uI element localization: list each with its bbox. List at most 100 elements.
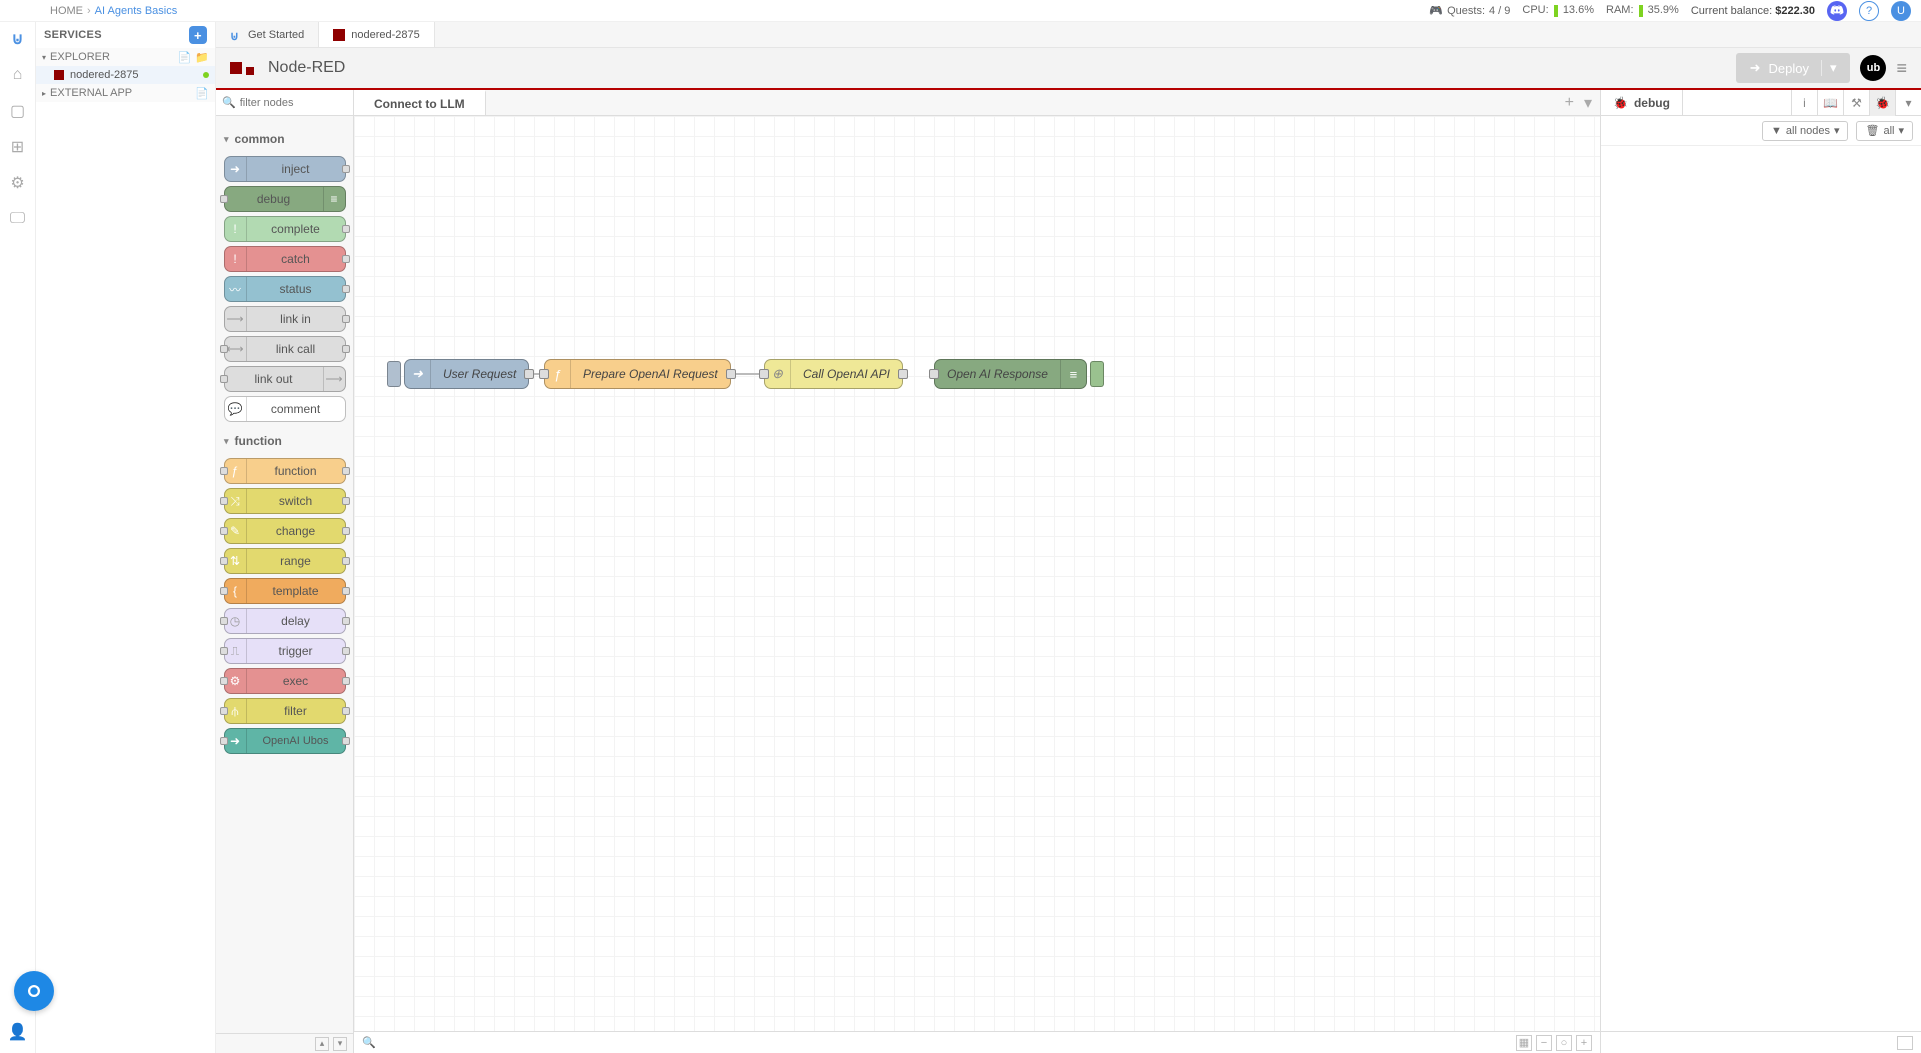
debug-toggle-button[interactable]	[1090, 361, 1104, 387]
user-icon[interactable]: 👤	[7, 1021, 29, 1043]
logo-icon[interactable]: ⊍	[7, 28, 29, 50]
palette-node-exec[interactable]: ⚙exec	[224, 668, 346, 694]
zoom-out-button[interactable]: −	[1536, 1035, 1552, 1051]
zoom-reset-button[interactable]: ○	[1556, 1035, 1572, 1051]
flow-tab-connect-to-llm[interactable]: Connect to LLM	[354, 90, 486, 115]
palette-node-link-in[interactable]: ⟶link in	[224, 306, 346, 332]
flow-menu-button[interactable]: ▾	[1584, 93, 1592, 113]
palette-node-filter[interactable]: ⫛filter	[224, 698, 346, 724]
help-tab-button[interactable]: 📖	[1817, 90, 1843, 116]
filter-nodes-input[interactable]	[240, 97, 347, 109]
input-port[interactable]	[539, 369, 549, 379]
workspace: Connect to LLM + ▾ ➜ User Req	[354, 90, 1601, 1053]
breadcrumb-current[interactable]: AI Agents Basics	[95, 5, 178, 17]
chat-bubble-button[interactable]	[14, 971, 54, 1011]
palette-category-function[interactable]: ▾ function	[222, 428, 347, 454]
tab-nodered[interactable]: nodered-2875	[319, 22, 435, 47]
palette-node-catch[interactable]: !catch	[224, 246, 346, 272]
flow-canvas[interactable]: ➜ User Request ƒ Prepare OpenAI Request	[354, 116, 1600, 1031]
nodered-icon	[333, 29, 345, 41]
expand-sidebar-button[interactable]	[1897, 1036, 1913, 1050]
explorer-section[interactable]: ▾ EXPLORER 📄 📁	[36, 48, 215, 66]
output-port[interactable]	[726, 369, 736, 379]
trash-icon: 🗑	[1865, 124, 1879, 137]
main-area: ⊍ Get Started nodered-2875 Node-RED ➜ De…	[216, 22, 1921, 1053]
chevron-down-icon[interactable]: ▾	[1821, 60, 1837, 76]
palette-node-inject[interactable]: ➜inject	[224, 156, 346, 182]
chevron-down-icon: ▾	[1898, 124, 1904, 137]
palette-node-switch[interactable]: ⤨switch	[224, 488, 346, 514]
palette-node-function[interactable]: ƒfunction	[224, 458, 346, 484]
palette-node-status[interactable]: 〰status	[224, 276, 346, 302]
config-tab-button[interactable]: ⚒	[1843, 90, 1869, 116]
debug-messages	[1601, 146, 1921, 1031]
sidebar-menu-button[interactable]: ▾	[1895, 90, 1921, 116]
palette-node-link-out[interactable]: link out⟶	[224, 366, 346, 392]
link-icon: ⟷	[225, 337, 247, 361]
palette-node-change[interactable]: ✎change	[224, 518, 346, 544]
breadcrumb-home[interactable]: HOME	[50, 5, 83, 17]
comment-icon: 💬	[225, 397, 247, 421]
menu-icon[interactable]: ≡	[1896, 58, 1907, 79]
flow-node-response[interactable]: Open AI Response ≡	[934, 359, 1087, 389]
flow-node-call-openai[interactable]: ⊕ Call OpenAI API	[764, 359, 903, 389]
palette-category-common[interactable]: ▾ common	[222, 126, 347, 152]
ub-badge[interactable]: ub	[1860, 55, 1886, 81]
flow-node-user-request[interactable]: ➜ User Request	[404, 359, 529, 389]
exclaim-icon: !	[225, 247, 247, 271]
external-app-section[interactable]: ▸ EXTERNAL APP 📄	[36, 84, 215, 102]
flow-node-prepare-request[interactable]: ƒ Prepare OpenAI Request	[544, 359, 731, 389]
inject-button[interactable]	[387, 361, 401, 387]
input-port[interactable]	[759, 369, 769, 379]
search-icon[interactable]: 🔍	[362, 1036, 376, 1049]
new-file-icon[interactable]: 📄	[195, 87, 209, 100]
palette-collapse-down-button[interactable]: ▾	[333, 1037, 347, 1051]
input-port[interactable]	[929, 369, 939, 379]
deploy-button[interactable]: ➜ Deploy ▾	[1736, 53, 1851, 83]
nodered-icon	[54, 70, 64, 80]
quests-indicator[interactable]: 🎮 Quests: 4 / 9	[1429, 4, 1510, 17]
debug-tab[interactable]: 🐞 debug	[1601, 90, 1683, 115]
monitor-icon[interactable]: 🖵	[7, 208, 29, 230]
services-title: SERVICES	[44, 29, 102, 41]
arrow-right-icon: ➜	[225, 729, 247, 753]
discord-icon[interactable]	[1827, 1, 1847, 21]
add-service-button[interactable]: +	[189, 26, 207, 44]
palette-node-template[interactable]: {template	[224, 578, 346, 604]
navigator-button[interactable]: ▦	[1516, 1035, 1532, 1051]
ubos-icon: ⊍	[230, 29, 242, 41]
clear-all-button[interactable]: 🗑 all ▾	[1856, 121, 1913, 141]
palette-node-openai[interactable]: ➜OpenAI Ubos	[224, 728, 346, 754]
new-file-icon[interactable]: 📄	[178, 51, 192, 64]
filter-nodes-button[interactable]: ▼ all nodes ▾	[1762, 121, 1848, 141]
add-flow-button[interactable]: +	[1565, 94, 1574, 112]
zoom-in-button[interactable]: +	[1576, 1035, 1592, 1051]
new-folder-icon[interactable]: 📁	[195, 51, 209, 64]
info-tab-button[interactable]: i	[1791, 90, 1817, 116]
services-sidebar: SERVICES + ▾ EXPLORER 📄 📁 nodered-2875 ▸…	[36, 22, 216, 1053]
palette-search[interactable]: 🔍	[216, 90, 353, 116]
debug-tab-button[interactable]: 🐞	[1869, 90, 1895, 116]
apps-icon[interactable]: ⊞	[7, 136, 29, 158]
home-icon[interactable]: ⌂	[7, 64, 29, 86]
palette-node-trigger[interactable]: ⎍trigger	[224, 638, 346, 664]
palette-node-complete[interactable]: !complete	[224, 216, 346, 242]
range-icon: ⇅	[225, 549, 247, 573]
trigger-icon: ⎍	[225, 639, 247, 663]
settings-icon[interactable]: ⚙	[7, 172, 29, 194]
palette-node-debug[interactable]: debug≡	[224, 186, 346, 212]
palette-node-link-call[interactable]: ⟷link call	[224, 336, 346, 362]
palette-node-delay[interactable]: ◷delay	[224, 608, 346, 634]
palette-collapse-up-button[interactable]: ▴	[315, 1037, 329, 1051]
tab-get-started[interactable]: ⊍ Get Started	[216, 22, 319, 47]
explorer-item-nodered[interactable]: nodered-2875	[36, 66, 215, 84]
palette-node-comment[interactable]: 💬comment	[224, 396, 346, 422]
palette-node-range[interactable]: ⇅range	[224, 548, 346, 574]
output-port[interactable]	[898, 369, 908, 379]
user-avatar[interactable]: U	[1891, 1, 1911, 21]
deploy-arrow-icon: ➜	[1750, 60, 1761, 76]
layout-icon[interactable]: ▢	[7, 100, 29, 122]
output-port[interactable]	[524, 369, 534, 379]
chevron-right-icon: ▸	[42, 89, 46, 98]
help-icon[interactable]: ?	[1859, 1, 1879, 21]
